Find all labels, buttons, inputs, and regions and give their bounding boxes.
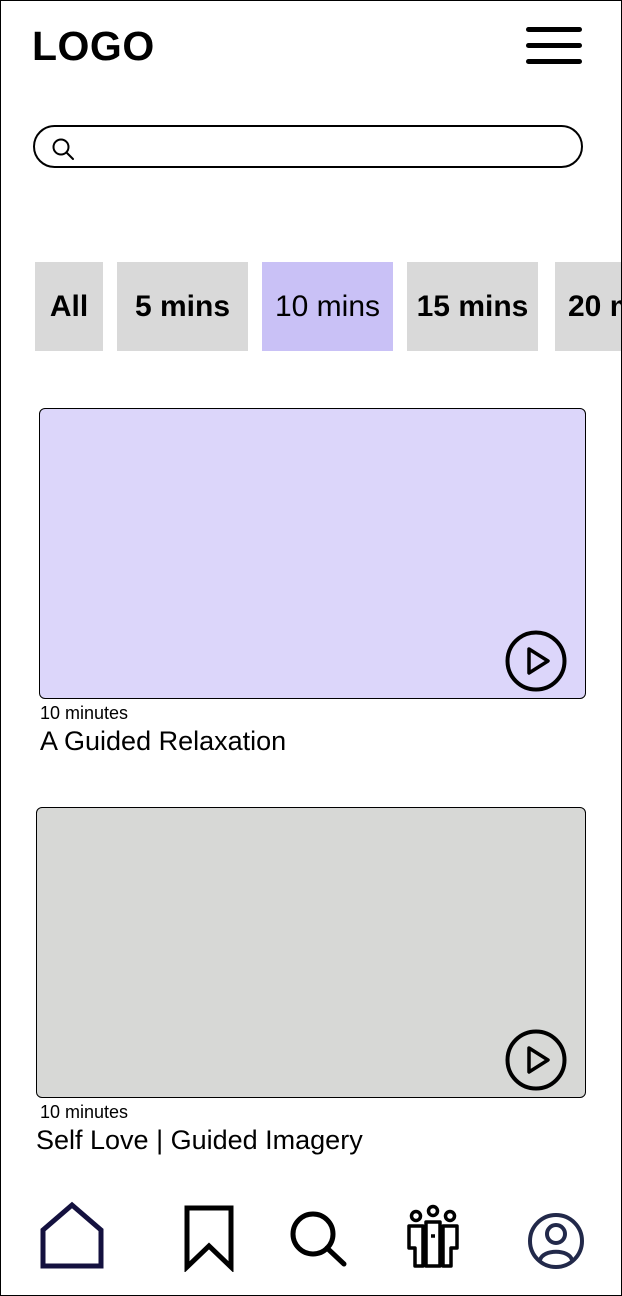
card-title[interactable]: Self Love | Guided Imagery (36, 1125, 363, 1155)
search-bar[interactable] (33, 125, 583, 168)
search-input[interactable] (83, 133, 567, 163)
meditation-card-thumbnail[interactable] (39, 408, 586, 699)
card-title[interactable]: A Guided Relaxation (40, 726, 286, 756)
bookmark-icon[interactable] (183, 1196, 235, 1272)
profile-icon[interactable] (525, 1196, 587, 1270)
card-duration: 10 minutes (40, 1102, 129, 1122)
logo: LOGO (32, 23, 155, 69)
play-icon[interactable] (505, 1029, 567, 1091)
menu-line (526, 27, 582, 32)
hamburger-menu-icon[interactable] (526, 27, 584, 65)
search-icon[interactable] (286, 1196, 350, 1268)
menu-line (526, 59, 582, 64)
bottom-nav (1, 1196, 621, 1295)
app-frame: LOGO All 5 mins 10 mins 15 mins 20 mins … (0, 0, 622, 1296)
card-duration: 10 minutes (40, 703, 129, 723)
filter-chip-10-mins[interactable]: 10 mins (262, 262, 393, 351)
filter-chip-5-mins[interactable]: 5 mins (117, 262, 248, 351)
community-icon[interactable] (403, 1196, 465, 1270)
play-icon[interactable] (505, 630, 567, 692)
duration-filter-bar: All 5 mins 10 mins 15 mins 20 mins (35, 262, 621, 351)
menu-line (526, 43, 582, 48)
filter-chip-all[interactable]: All (35, 262, 103, 351)
home-icon[interactable] (39, 1196, 105, 1270)
filter-chip-20-mins[interactable]: 20 mins (555, 262, 621, 351)
meditation-card-thumbnail[interactable] (36, 807, 586, 1098)
search-icon (52, 138, 74, 160)
filter-chip-15-mins[interactable]: 15 mins (407, 262, 538, 351)
